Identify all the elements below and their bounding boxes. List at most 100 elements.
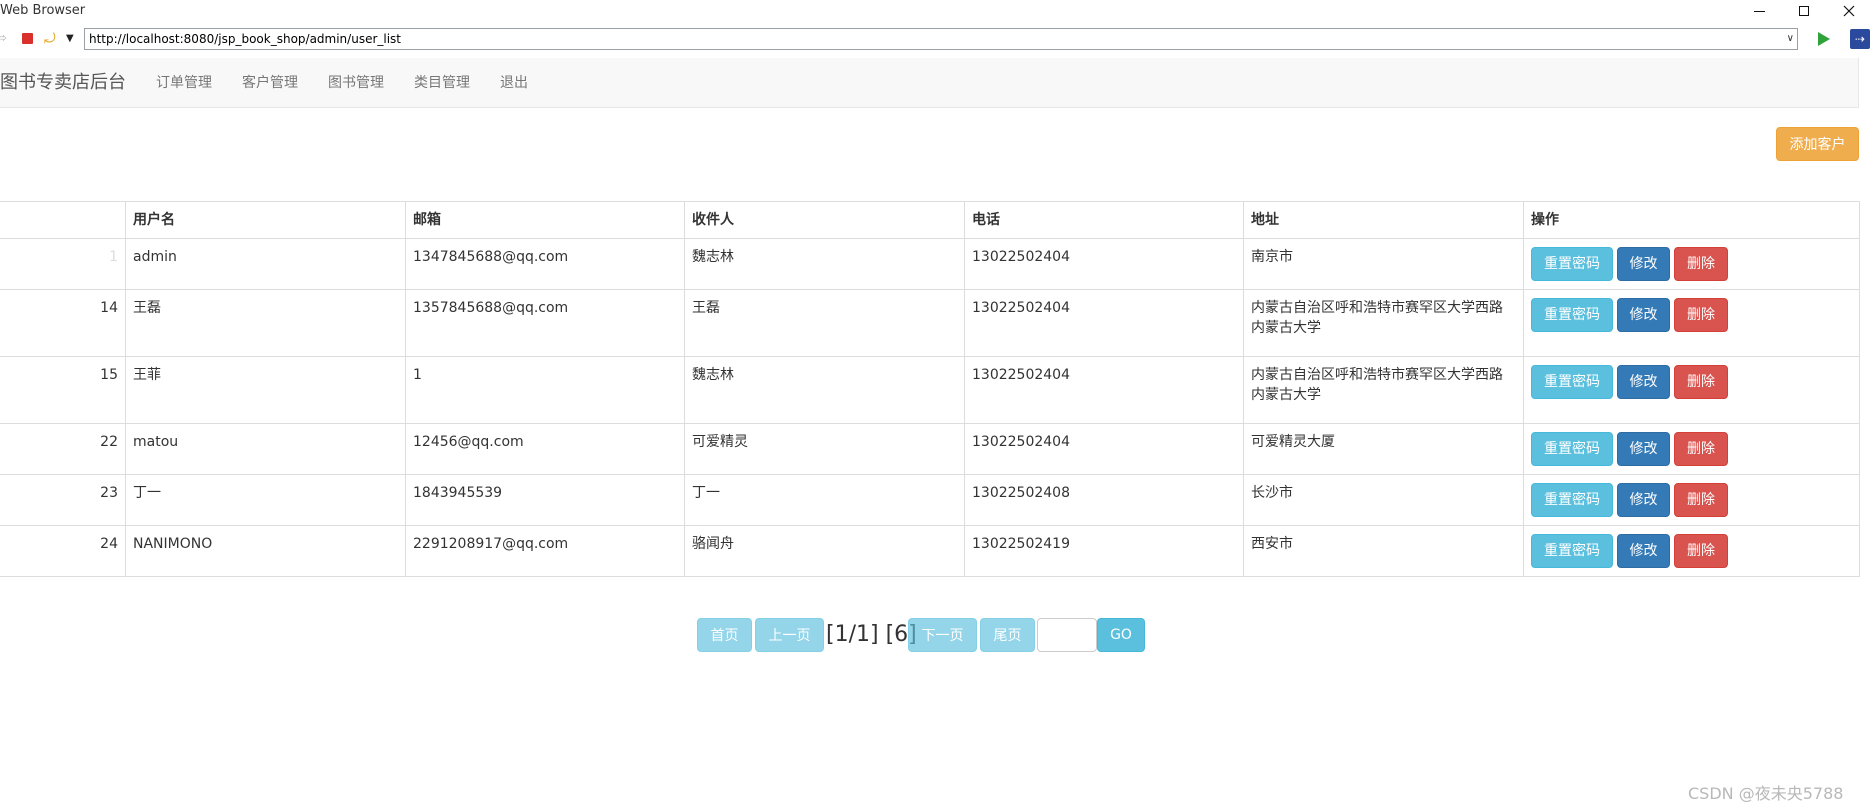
page-number-input[interactable] (1037, 618, 1097, 652)
cell-actions: 重置密码 修改 删除 (1523, 525, 1860, 577)
extension-icon[interactable]: ⇢ (1850, 29, 1870, 49)
edit-button[interactable]: 修改 (1617, 247, 1670, 281)
cell-actions: 重置密码 修改 删除 (1523, 238, 1860, 290)
go-button[interactable]: GO (1097, 618, 1145, 652)
cell-id: 22 (0, 423, 126, 475)
cell-username: NANIMONO (125, 525, 406, 577)
navbar: 图书专卖店后台 订单管理 客户管理 图书管理 类目管理 退出 (0, 58, 1859, 108)
close-icon (1843, 5, 1855, 17)
reset-password-button[interactable]: 重置密码 (1531, 534, 1613, 568)
maximize-button[interactable] (1782, 0, 1826, 22)
user-table: ID 用户名 邮箱 收件人 电话 地址 操作 1 admin 134784568… (0, 201, 1860, 577)
table-row: 22 matou 12456@qq.com 可爱精灵 13022502404 可… (0, 423, 1860, 475)
cell-email: 1 (405, 356, 685, 424)
reset-password-button[interactable]: 重置密码 (1531, 432, 1613, 466)
header-username: 用户名 (125, 201, 406, 239)
table-row: 24 NANIMONO 2291208917@qq.com 骆闻舟 130225… (0, 525, 1860, 577)
edit-button[interactable]: 修改 (1617, 365, 1670, 399)
address-bar[interactable]: http://localhost:8080/jsp_book_shop/admi… (84, 28, 1798, 50)
cell-id: 23 (0, 474, 126, 526)
edit-button[interactable]: 修改 (1617, 432, 1670, 466)
reset-password-button[interactable]: 重置密码 (1531, 247, 1613, 281)
back-icon[interactable]: ⇨ (0, 32, 8, 46)
dropdown-icon[interactable]: ▼ (66, 32, 76, 46)
cell-phone: 13022502404 (964, 238, 1244, 290)
header-phone: 电话 (964, 201, 1244, 239)
header-address: 地址 (1243, 201, 1524, 239)
delete-button[interactable]: 删除 (1674, 365, 1728, 399)
edit-button[interactable]: 修改 (1617, 534, 1670, 568)
cell-recipient: 骆闻舟 (684, 525, 965, 577)
url-text: http://localhost:8080/jsp_book_shop/admi… (89, 32, 402, 46)
cell-id: 1 (0, 238, 126, 290)
reset-password-button[interactable]: 重置密码 (1531, 483, 1613, 517)
add-customer-button[interactable]: 添加客户 (1776, 127, 1859, 161)
cell-actions: 重置密码 修改 删除 (1523, 356, 1860, 424)
table-row: 1 admin 1347845688@qq.com 魏志林 1302250240… (0, 238, 1860, 290)
nav-categories[interactable]: 类目管理 (414, 58, 470, 108)
page-status: [1/1] [6] (826, 622, 917, 647)
nav-orders[interactable]: 订单管理 (156, 58, 212, 108)
reset-password-button[interactable]: 重置密码 (1531, 298, 1613, 332)
watermark: CSDN @夜未央5788 (1688, 784, 1844, 803)
cell-username: 王菲 (125, 356, 406, 424)
cell-phone: 13022502408 (964, 474, 1244, 526)
edit-button[interactable]: 修改 (1617, 483, 1670, 517)
table-row: 23 丁一 1843945539 丁一 13022502408 长沙市 重置密码… (0, 474, 1860, 526)
refresh-icon[interactable]: ⤾ (44, 32, 60, 46)
minimize-button[interactable] (1737, 0, 1781, 22)
stop-icon[interactable] (22, 33, 33, 44)
delete-button[interactable]: 删除 (1674, 483, 1728, 517)
cell-email: 2291208917@qq.com (405, 525, 685, 577)
edit-button[interactable]: 修改 (1617, 298, 1670, 332)
cell-username: matou (125, 423, 406, 475)
table-header-row: ID 用户名 邮箱 收件人 电话 地址 操作 (0, 201, 1860, 239)
reset-password-button[interactable]: 重置密码 (1531, 365, 1613, 399)
cell-address: 内蒙古自治区呼和浩特市赛罕区大学西路内蒙古大学 (1243, 356, 1524, 424)
cell-address: 长沙市 (1243, 474, 1524, 526)
prev-page-button[interactable]: 上一页 (755, 618, 824, 652)
nav-customers[interactable]: 客户管理 (242, 58, 298, 108)
brand-title[interactable]: 图书专卖店后台 (0, 58, 126, 108)
cell-address: 可爱精灵大厦 (1243, 423, 1524, 475)
cell-recipient: 魏志林 (684, 356, 965, 424)
table-row: 14 王磊 1357845688@qq.com 王磊 13022502404 内… (0, 289, 1860, 357)
delete-button[interactable]: 删除 (1674, 298, 1728, 332)
go-icon[interactable] (1818, 32, 1830, 46)
header-recipient: 收件人 (684, 201, 965, 239)
cell-phone: 13022502404 (964, 356, 1244, 424)
cell-username: admin (125, 238, 406, 290)
cell-id: 15 (0, 356, 126, 424)
last-page-button[interactable]: 尾页 (980, 618, 1035, 652)
cell-address: 内蒙古自治区呼和浩特市赛罕区大学西路内蒙古大学 (1243, 289, 1524, 357)
first-page-button[interactable]: 首页 (697, 618, 752, 652)
nav-books[interactable]: 图书管理 (328, 58, 384, 108)
cell-username: 丁一 (125, 474, 406, 526)
header-actions: 操作 (1523, 201, 1860, 239)
cell-email: 12456@qq.com (405, 423, 685, 475)
cell-actions: 重置密码 修改 删除 (1523, 289, 1860, 357)
user-table-container: ID 用户名 邮箱 收件人 电话 地址 操作 1 admin 134784568… (0, 201, 1860, 577)
maximize-icon (1799, 6, 1809, 16)
delete-button[interactable]: 删除 (1674, 534, 1728, 568)
nav-logout[interactable]: 退出 (500, 58, 528, 108)
pagination: 首页 上一页 [1/1] [6] 下一页 尾页 GO (0, 618, 1875, 652)
cell-actions: 重置密码 修改 删除 (1523, 423, 1860, 475)
cell-id: 14 (0, 289, 126, 357)
next-page-button[interactable]: 下一页 (908, 618, 977, 652)
chevron-down-icon[interactable]: ∨ (1787, 29, 1794, 49)
cell-phone: 13022502404 (964, 423, 1244, 475)
cell-address: 西安市 (1243, 525, 1524, 577)
table-row: 15 王菲 1 魏志林 13022502404 内蒙古自治区呼和浩特市赛罕区大学… (0, 356, 1860, 424)
delete-button[interactable]: 删除 (1674, 432, 1728, 466)
cell-username: 王磊 (125, 289, 406, 357)
window-title: Web Browser (0, 3, 86, 18)
cell-recipient: 丁一 (684, 474, 965, 526)
cell-email: 1357845688@qq.com (405, 289, 685, 357)
browser-toolbar: ⇨ ⤾ ▼ http://localhost:8080/jsp_book_sho… (0, 24, 1875, 54)
cell-email: 1347845688@qq.com (405, 238, 685, 290)
cell-recipient: 魏志林 (684, 238, 965, 290)
close-button[interactable] (1827, 0, 1871, 22)
delete-button[interactable]: 删除 (1674, 247, 1728, 281)
cell-actions: 重置密码 修改 删除 (1523, 474, 1860, 526)
